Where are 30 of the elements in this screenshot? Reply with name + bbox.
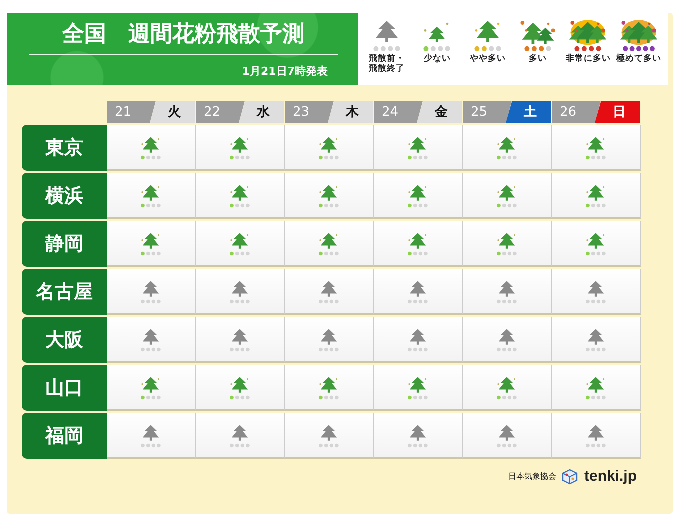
city-label: 横浜 <box>22 173 107 219</box>
city-label: 大阪 <box>22 317 107 363</box>
city-label: 東京 <box>22 125 107 171</box>
issued-time: 1月21日7時発表 <box>241 64 329 79</box>
weekday-label: 火 <box>150 101 195 123</box>
legend-label: 極めて多い <box>616 55 662 65</box>
city-label: 静岡 <box>22 221 107 267</box>
date-label: 22 <box>196 101 245 123</box>
city-label: 福岡 <box>22 413 107 459</box>
legend-label: 非常に多い <box>566 55 611 65</box>
weekday-label: 木 <box>328 101 373 123</box>
brand-name: tenki.jp <box>584 468 637 485</box>
weekday-label: 土 <box>506 101 551 123</box>
date-label: 21 <box>107 101 156 123</box>
weekday-label: 日 <box>595 101 640 123</box>
city-label: 山口 <box>22 365 107 411</box>
date-label: 25 <box>463 101 512 123</box>
agency-name: 日本気象協会 <box>508 471 556 482</box>
date-label: 24 <box>374 101 423 123</box>
weekday-label: 金 <box>417 101 462 123</box>
date-label: 26 <box>552 101 601 123</box>
legend-label: 多い <box>529 55 548 65</box>
cube-logo-icon <box>562 468 578 484</box>
legend-label: 飛散前・飛散終了 <box>368 55 406 75</box>
legend-label: 少ない <box>424 55 451 65</box>
weekday-label: 水 <box>239 101 284 123</box>
date-label: 23 <box>285 101 334 123</box>
city-label: 名古屋 <box>22 269 107 315</box>
legend-label: やや多い <box>470 55 506 65</box>
page-title: 全国 週間花粉飛散予測 <box>29 19 338 55</box>
